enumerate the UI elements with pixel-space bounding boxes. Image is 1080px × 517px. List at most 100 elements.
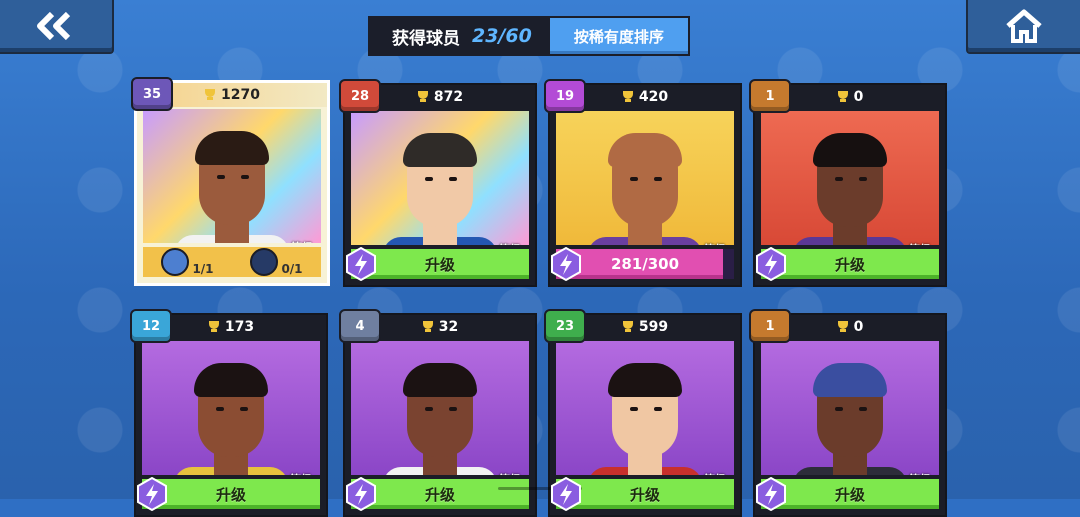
player-avatar	[588, 133, 702, 245]
upgrade-label: 升级	[424, 255, 455, 274]
lightning-hex-icon	[756, 477, 786, 511]
lightning-hex-icon	[137, 477, 167, 511]
player-card[interactable]: 28 872 约师傅 等级 12 升级	[339, 79, 537, 287]
trophy-count: 0	[853, 319, 864, 335]
trophy-icon	[417, 91, 429, 103]
trophy-count: 1270	[221, 87, 260, 103]
rank-trophy-badge: 23	[544, 309, 586, 343]
player-card[interactable]: 19 420 弯钩 等级 9 281/300	[544, 79, 742, 287]
skill-bar: 1/1 0/1	[143, 247, 321, 277]
level-label: 等级	[291, 239, 313, 243]
upgrade-label: 升级	[424, 485, 455, 504]
upgrade-progress-bar[interactable]: 281/300	[551, 247, 734, 281]
upgrade-button[interactable]: 升级	[756, 477, 939, 511]
ball-skill-icon	[250, 248, 279, 276]
lightning-hex-icon	[551, 247, 581, 281]
rank-trophy-badge: 1	[749, 309, 791, 343]
trophy-icon	[204, 89, 216, 101]
rank-trophy-badge: 4	[339, 309, 381, 343]
player-portrait: 黑曼巴 等级 15	[143, 109, 321, 243]
level-label: 等级	[704, 241, 726, 245]
lightning-skill-icon	[161, 248, 190, 276]
rank-value: 23	[555, 318, 575, 334]
player-avatar	[383, 133, 497, 245]
player-portrait: 弯钩 等级 9	[556, 111, 734, 245]
player-avatar	[588, 363, 702, 475]
skill-count: 1/1	[192, 262, 214, 276]
trophy-icon	[837, 321, 849, 333]
sort-by-rarity-button[interactable]: 按稀有度排序	[549, 16, 690, 56]
trophy-count: 0	[853, 89, 864, 105]
skill-slot[interactable]: 1/1	[161, 248, 214, 276]
player-portrait: 石头哥 等级 1	[761, 341, 939, 475]
lightning-hex-icon	[346, 477, 376, 511]
trophy-count: 420	[638, 89, 669, 105]
player-portrait: 龟哥 等级 5	[351, 341, 529, 475]
trophy-icon	[622, 321, 634, 333]
home-icon	[1006, 9, 1042, 43]
count-label: 获得球员	[392, 28, 460, 49]
trophy-icon	[208, 321, 220, 333]
upgrade-label: 升级	[834, 485, 865, 504]
level-label: 等级	[909, 241, 931, 245]
rank-trophy-badge: 35	[131, 77, 173, 111]
player-avatar	[793, 133, 907, 245]
upgrade-label: 升级	[629, 485, 660, 504]
level-label: 等级	[499, 471, 521, 475]
player-card[interactable]: 1 0 石头哥 等级 1 升级	[749, 309, 947, 517]
player-portrait: 约师傅 等级 12	[351, 111, 529, 245]
level-label: 等级	[290, 471, 312, 475]
trophy-count: 599	[638, 319, 669, 335]
rank-value: 12	[141, 318, 161, 334]
player-portrait: 谜底 等级 7	[142, 341, 320, 475]
rank-trophy-badge: 19	[544, 79, 586, 113]
player-count-box: 获得球员 23/60	[368, 16, 550, 56]
player-card[interactable]: 12 173 谜底 等级 7 升级	[130, 309, 328, 517]
player-avatar	[793, 363, 907, 475]
rank-value: 28	[350, 88, 370, 104]
upgrade-button[interactable]: 升级	[346, 477, 529, 511]
skill-slot[interactable]: 0/1	[250, 248, 303, 276]
rank-trophy-badge: 12	[130, 309, 172, 343]
upgrade-button[interactable]: 升级	[551, 477, 734, 511]
player-avatar	[175, 131, 289, 243]
rank-value: 19	[555, 88, 575, 104]
player-card[interactable]: 23 599 老易 等级 8 升级	[544, 309, 742, 517]
level-label: 等级	[704, 471, 726, 475]
upgrade-label: 升级	[834, 255, 865, 274]
trophy-count: 872	[433, 89, 464, 105]
trophy-icon	[422, 321, 434, 333]
upgrade-button[interactable]: 升级	[756, 247, 939, 281]
player-avatar	[174, 363, 288, 475]
upgrade-label: 升级	[215, 485, 246, 504]
rank-value: 1	[765, 318, 775, 334]
rank-value: 4	[355, 318, 365, 334]
player-portrait: 老易 等级 8	[556, 341, 734, 475]
lightning-hex-icon	[756, 247, 786, 281]
trophy-count: 173	[224, 319, 255, 335]
lightning-hex-icon	[551, 477, 581, 511]
trophy-icon	[837, 91, 849, 103]
player-card[interactable]: 35 1270 黑曼巴 等级 15 1/1 0/1	[131, 77, 330, 286]
progress-text: 281/300	[610, 255, 680, 273]
player-avatar	[383, 363, 497, 475]
double-chevron-left-icon	[37, 12, 71, 40]
level-label: 等级	[909, 471, 931, 475]
home-button[interactable]	[966, 0, 1080, 54]
skill-count: 0/1	[281, 262, 303, 276]
player-card[interactable]: 1 0 大眉毛 等级 5 升级	[749, 79, 947, 287]
back-button[interactable]	[0, 0, 114, 54]
lightning-hex-icon	[346, 247, 376, 281]
player-portrait: 大眉毛 等级 5	[761, 111, 939, 245]
collection-header: 获得球员 23/60 按稀有度排序	[368, 16, 690, 56]
rank-value: 1	[765, 88, 775, 104]
level-label: 等级	[499, 241, 521, 245]
upgrade-button[interactable]: 升级	[137, 477, 320, 511]
rank-trophy-badge: 1	[749, 79, 791, 113]
player-count: 23/60	[472, 25, 532, 47]
trophy-count: 32	[438, 319, 459, 335]
rank-value: 35	[142, 86, 162, 102]
trophy-icon	[622, 91, 634, 103]
rank-trophy-badge: 28	[339, 79, 381, 113]
upgrade-button[interactable]: 升级	[346, 247, 529, 281]
